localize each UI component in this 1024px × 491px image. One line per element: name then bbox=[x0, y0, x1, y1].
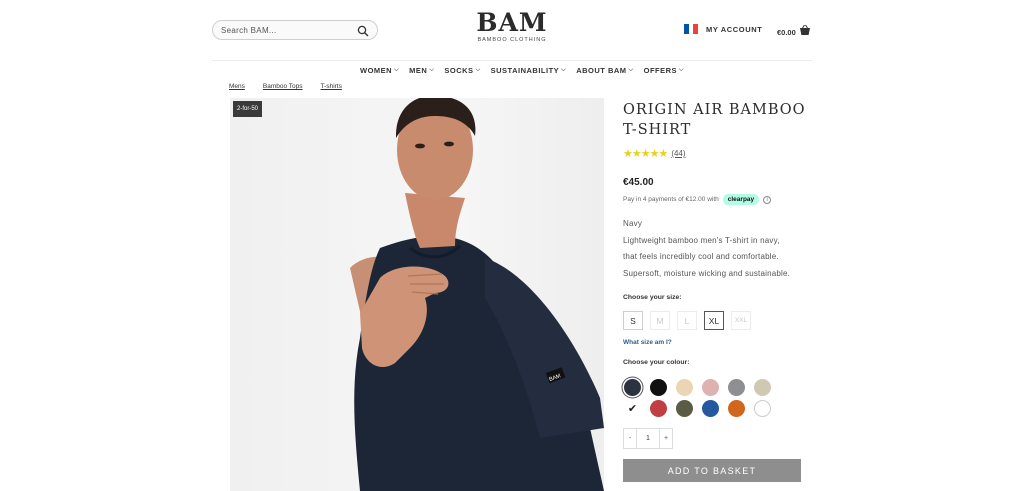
chevron-down-icon: ⌵ bbox=[679, 67, 685, 73]
chevron-down-icon: ⌵ bbox=[561, 67, 567, 73]
model-photo-illustration: BAM bbox=[350, 98, 604, 491]
colour-swatch-stone[interactable] bbox=[754, 379, 771, 396]
nav-item-offers[interactable]: OFFERS ⌵ bbox=[644, 66, 684, 75]
logo-text: BAM bbox=[476, 8, 548, 37]
breadcrumb: Mens Bamboo Tops T-shirts bbox=[229, 83, 342, 90]
colour-selector: ✔ bbox=[624, 379, 784, 417]
account-link[interactable]: MY ACCOUNT bbox=[684, 24, 762, 34]
nav-label[interactable]: SUSTAINABILITY bbox=[491, 66, 560, 75]
logo-subtitle: BAMBOO CLOTHING bbox=[477, 37, 547, 43]
basket-link[interactable]: €0.00 bbox=[777, 23, 811, 41]
colour-swatch-black[interactable] bbox=[650, 379, 667, 396]
site-logo[interactable]: BAM BAMBOO CLOTHING bbox=[470, 8, 554, 44]
product-image[interactable]: BAM 2-for-50 bbox=[230, 98, 604, 491]
product-description: Navy Lightweight bamboo men's T-shirt in… bbox=[623, 216, 790, 282]
colour-swatch-red[interactable] bbox=[650, 400, 667, 417]
colour-swatch-pink[interactable] bbox=[702, 379, 719, 396]
nav-label[interactable]: OFFERS bbox=[644, 66, 677, 75]
nav-item-about-bam[interactable]: ABOUT BAM ⌵ bbox=[576, 66, 633, 75]
size-option-xl[interactable]: XL bbox=[704, 311, 724, 330]
star-rating-icon: ★★★★★ bbox=[623, 148, 668, 160]
offer-badge: 2-for-50 bbox=[233, 101, 263, 117]
size-option-s[interactable]: S bbox=[623, 311, 643, 330]
search-placeholder: Search BAM... bbox=[221, 25, 277, 35]
colour-name: Navy bbox=[623, 219, 643, 228]
colour-label: Choose your colour: bbox=[623, 359, 690, 366]
colour-swatch-navy[interactable] bbox=[624, 379, 641, 396]
site-header: Search BAM... BAM BAMBOO CLOTHING MY ACC… bbox=[0, 0, 1024, 60]
colour-swatch-white[interactable] bbox=[754, 400, 771, 417]
product-price: €45.00 bbox=[623, 177, 654, 188]
nav-item-men[interactable]: MEN ⌵ bbox=[409, 66, 434, 75]
installment-info: Pay in 4 payments of €12.00 with clearpa… bbox=[623, 194, 772, 205]
nav-item-sustainability[interactable]: SUSTAINABILITY ⌵ bbox=[491, 66, 567, 75]
chevron-down-icon: ⌵ bbox=[394, 67, 400, 73]
quantity-increase-button[interactable]: + bbox=[660, 429, 672, 448]
description-line: Lightweight bamboo men's T-shirt in navy… bbox=[623, 235, 780, 245]
nav-label[interactable]: SOCKS bbox=[444, 66, 473, 75]
colour-swatch-orange[interactable] bbox=[728, 400, 745, 417]
search-input[interactable]: Search BAM... bbox=[212, 20, 378, 40]
review-count-link[interactable]: (44) bbox=[671, 149, 685, 158]
size-guide-link[interactable]: What size am I? bbox=[623, 339, 672, 346]
product-rating[interactable]: ★★★★★ (44) bbox=[623, 147, 686, 160]
breadcrumb-mens[interactable]: Mens bbox=[229, 83, 245, 90]
nav-label[interactable]: MEN bbox=[409, 66, 427, 75]
nav-item-socks[interactable]: SOCKS ⌵ bbox=[444, 66, 480, 75]
quantity-decrease-button[interactable]: - bbox=[624, 429, 636, 448]
size-selector: S M L XL XXL bbox=[623, 311, 751, 330]
quantity-stepper: - 1 + bbox=[623, 428, 673, 449]
size-option-xxl[interactable]: XXL bbox=[731, 311, 751, 330]
description-line: that feels incredibly cool and comfortab… bbox=[623, 252, 779, 261]
colour-swatch-blue[interactable] bbox=[702, 400, 719, 417]
basket-icon[interactable] bbox=[799, 23, 811, 41]
colour-swatch-khaki[interactable] bbox=[676, 400, 693, 417]
colour-swatch-grey[interactable] bbox=[728, 379, 745, 396]
size-option-m[interactable]: M bbox=[650, 311, 670, 330]
nav-label[interactable]: ABOUT BAM bbox=[576, 66, 626, 75]
add-to-basket-button[interactable]: ADD TO BASKET bbox=[623, 459, 801, 482]
chevron-down-icon: ⌵ bbox=[429, 67, 435, 73]
clearpay-logo[interactable]: clearpay bbox=[722, 194, 760, 205]
my-account-label[interactable]: MY ACCOUNT bbox=[706, 25, 762, 34]
installment-text: Pay in 4 payments of €12.00 with bbox=[623, 196, 719, 203]
search-icon[interactable] bbox=[357, 24, 369, 37]
size-label: Choose your size: bbox=[623, 294, 682, 301]
header-divider bbox=[212, 60, 812, 61]
info-icon[interactable]: i bbox=[763, 195, 772, 204]
description-line: Supersoft, moisture wicking and sustaina… bbox=[623, 268, 791, 278]
quantity-input[interactable]: 1 bbox=[636, 429, 660, 448]
nav-label[interactable]: WOMEN bbox=[360, 66, 392, 75]
france-flag-icon[interactable] bbox=[684, 24, 699, 34]
main-nav: WOMEN ⌵ MEN ⌵ SOCKS ⌵ SUSTAINABILITY ⌵ ABOUT… bbox=[360, 66, 684, 75]
breadcrumb-tshirts[interactable]: T-shirts bbox=[321, 83, 342, 90]
breadcrumb-bamboo-tops[interactable]: Bamboo Tops bbox=[263, 83, 303, 90]
basket-amount: €0.00 bbox=[777, 27, 796, 37]
chevron-down-icon: ⌵ bbox=[475, 67, 481, 73]
size-option-l[interactable]: L bbox=[677, 311, 697, 330]
nav-item-women[interactable]: WOMEN ⌵ bbox=[360, 66, 399, 75]
check-icon: ✔ bbox=[627, 403, 638, 415]
product-title: ORIGIN AIR BAMBOO T-SHIRT bbox=[623, 102, 806, 138]
chevron-down-icon: ⌵ bbox=[628, 67, 634, 73]
colour-swatch-sand[interactable] bbox=[676, 379, 693, 396]
